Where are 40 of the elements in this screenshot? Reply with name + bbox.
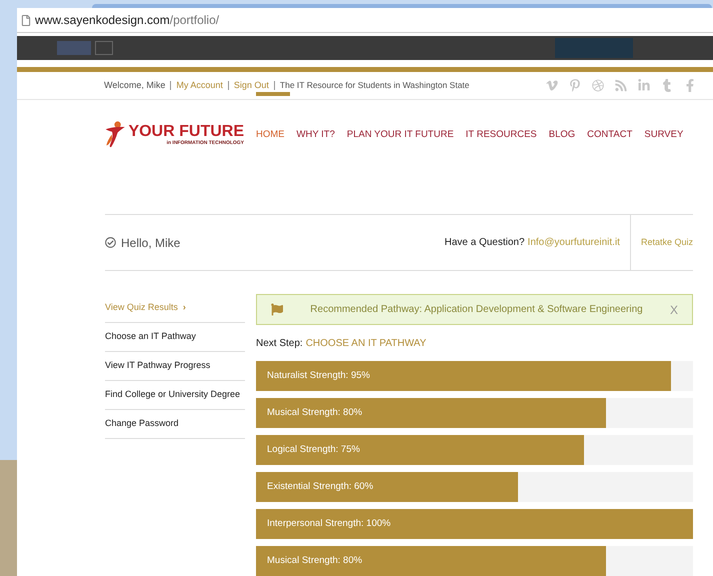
flag-icon (271, 303, 283, 316)
share-button[interactable] (95, 41, 113, 56)
like-button[interactable] (57, 41, 91, 56)
page-icon (21, 14, 31, 26)
strength-label: Musical Strength: 80% (266, 406, 362, 420)
tagline-text: The IT Resource for Students in Washington State (280, 79, 470, 92)
nav-link[interactable]: WHY IT? (296, 128, 335, 142)
url-text: www.sayenkodesign.com/portfolio/ (35, 12, 220, 30)
strength-label: Interpersonal Strength: 100% (266, 516, 391, 531)
linkedin-icon[interactable] (638, 79, 650, 92)
sidebar-item[interactable]: Change Password (105, 410, 245, 440)
estimate-button[interactable] (555, 38, 633, 58)
recommendation-text: Recommended Pathway: Application Development & Software Engineering (309, 303, 644, 318)
nav-link[interactable]: HOME (256, 128, 284, 142)
question-label: Have a Question? (444, 236, 525, 250)
check-icon (105, 237, 116, 248)
sidebar-item[interactable]: View IT Pathway Progress (105, 352, 245, 382)
nav-link[interactable]: BLOG (548, 128, 576, 142)
nav-link[interactable]: CONTACT (587, 128, 632, 142)
next-step-label: Next Step: (256, 336, 303, 351)
sidebar-item[interactable]: Find College or University Degree (105, 381, 245, 410)
strength-label: Naturalist Strength: 95% (266, 368, 370, 383)
rss-icon[interactable] (615, 79, 627, 92)
greeting-text: Hello, Mike (121, 234, 180, 252)
strength-label: Existential Strength: 60% (266, 480, 374, 494)
active-indicator (256, 92, 290, 96)
nav-link[interactable]: SURVEY (644, 128, 684, 142)
address-bar[interactable]: www.sayenkodesign.com/portfolio/ (17, 8, 713, 34)
vimeo-icon[interactable] (546, 79, 558, 92)
strength-label: Logical Strength: 75% (266, 442, 360, 457)
pinterest-icon[interactable] (569, 79, 581, 92)
strength-label: Musical Strength: 80% (266, 554, 362, 568)
nav-link[interactable]: PLAN YOUR IT FUTURE (346, 128, 454, 142)
tumblr-icon[interactable] (661, 79, 673, 92)
nav-link[interactable]: IT RESOURCES (466, 128, 537, 142)
sidebar-item[interactable]: Choose an IT Pathway (105, 323, 245, 352)
dribbble-icon[interactable] (592, 79, 604, 92)
welcome-text: Welcome, Mike (104, 78, 166, 92)
logo-title: YOUR FUTURE (128, 124, 244, 140)
facebook-icon[interactable] (684, 79, 696, 92)
